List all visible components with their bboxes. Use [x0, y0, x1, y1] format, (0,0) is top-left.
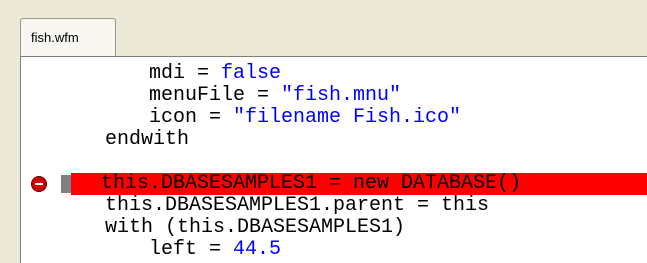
tab-fish-wfm[interactable]: fish.wfm [20, 18, 116, 56]
code-value: 44.5 [233, 238, 282, 261]
code-value: false [221, 62, 282, 85]
code-text: menuFile = [149, 84, 282, 107]
gutter-marker [61, 175, 71, 193]
code-text: with (this.DBASESAMPLES1) [105, 216, 406, 239]
code-text: mdi = [149, 62, 222, 85]
code-value: "fish.mnu" [281, 84, 402, 107]
code-text: this.DBASESAMPLES1 = new DATABASE() [101, 172, 522, 195]
tab-strip: fish.wfm [8, 8, 647, 56]
code-line: with (this.DBASESAMPLES1) [21, 217, 647, 239]
editor-window: fish.wfm mdi = false menuFile = "fish.mn… [0, 0, 647, 263]
code-value: "filename Fish.ico" [233, 106, 462, 129]
breakpoint-line[interactable]: this.DBASESAMPLES1 = new DATABASE() [21, 173, 647, 195]
code-editor[interactable]: mdi = false menuFile = "fish.mnu" icon =… [20, 56, 647, 263]
breakpoint-highlight: this.DBASESAMPLES1 = new DATABASE() [71, 173, 647, 195]
code-text: endwith [105, 128, 190, 151]
code-line: left = 44.5 [21, 239, 647, 261]
tab-label: fish.wfm [31, 30, 79, 45]
code-line: icon = "filename Fish.ico" [21, 107, 647, 129]
breakpoint-icon[interactable] [31, 176, 47, 192]
code-line: menuFile = "fish.mnu" [21, 85, 647, 107]
code-text: icon = [149, 106, 234, 129]
code-text: this.DBASESAMPLES1.parent = this [105, 194, 490, 217]
code-line: endwith [21, 129, 647, 151]
code-text: left = [149, 238, 234, 261]
code-line: this.DBASESAMPLES1.parent = this [21, 195, 647, 217]
code-line: mdi = false [21, 63, 647, 85]
